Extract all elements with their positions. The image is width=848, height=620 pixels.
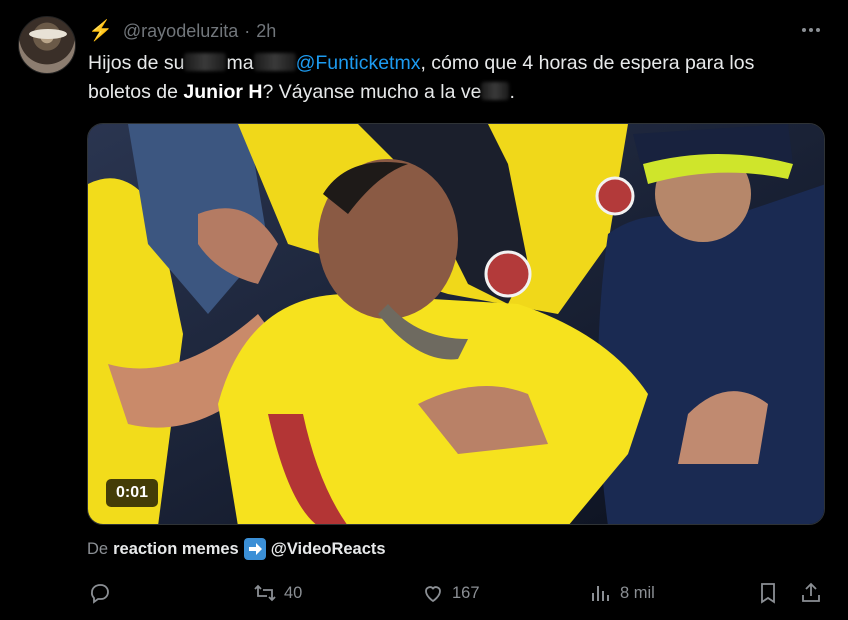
separator: · bbox=[244, 20, 251, 41]
tweet-text: Hijos de su ma @Funticketmx, cómo que 4 ho… bbox=[88, 49, 818, 107]
text-segment: Hijos de su bbox=[88, 52, 185, 74]
text-segment: . bbox=[509, 81, 515, 103]
right-arrow-emoji-icon bbox=[243, 538, 266, 560]
text-segment: ma bbox=[226, 52, 254, 74]
censored-word bbox=[184, 53, 227, 71]
like-count: 167 bbox=[452, 583, 480, 602]
source-handle[interactable]: @VideoReacts bbox=[271, 540, 386, 559]
censored-word bbox=[481, 82, 510, 100]
video-duration: 0:01 bbox=[106, 479, 159, 507]
reply-icon bbox=[91, 584, 109, 604]
tweet-header: ⚡ @rayodeluzita · 2h bbox=[88, 19, 276, 43]
timestamp[interactable]: 2h bbox=[256, 21, 276, 42]
lightning-bolt-icon: ⚡ bbox=[88, 20, 113, 42]
retweet-icon bbox=[254, 584, 276, 602]
video-player[interactable] bbox=[87, 123, 825, 525]
video-frame bbox=[88, 124, 824, 524]
bookmark-icon bbox=[761, 583, 775, 604]
views-button[interactable]: 8 mil bbox=[589, 578, 655, 608]
action-bar: 40 167 8 mil bbox=[0, 578, 848, 608]
source-name[interactable]: reaction memes bbox=[113, 540, 239, 559]
bookmark-button[interactable] bbox=[756, 578, 780, 608]
retweet-button[interactable]: 40 bbox=[253, 578, 302, 608]
mention-link[interactable]: @Funticketmx bbox=[296, 52, 421, 74]
bold-text: Junior H bbox=[183, 81, 263, 103]
more-horizontal-icon[interactable] bbox=[798, 20, 824, 40]
views-count: 8 mil bbox=[620, 583, 655, 602]
share-icon bbox=[802, 582, 820, 602]
views-chart-icon bbox=[592, 586, 609, 601]
heart-icon bbox=[425, 586, 441, 603]
like-button[interactable]: 167 bbox=[421, 578, 480, 608]
username[interactable]: @rayodeluzita bbox=[123, 21, 238, 42]
text-segment: ? Váyanse mucho a la ve bbox=[262, 81, 482, 103]
source-prefix: De bbox=[87, 539, 109, 558]
share-button[interactable] bbox=[799, 578, 823, 608]
retweet-count: 40 bbox=[284, 583, 303, 602]
censored-word bbox=[253, 53, 296, 71]
avatar[interactable] bbox=[18, 16, 76, 74]
video-source: De reaction memes @VideoReacts bbox=[87, 537, 386, 561]
reply-button[interactable] bbox=[88, 578, 112, 608]
